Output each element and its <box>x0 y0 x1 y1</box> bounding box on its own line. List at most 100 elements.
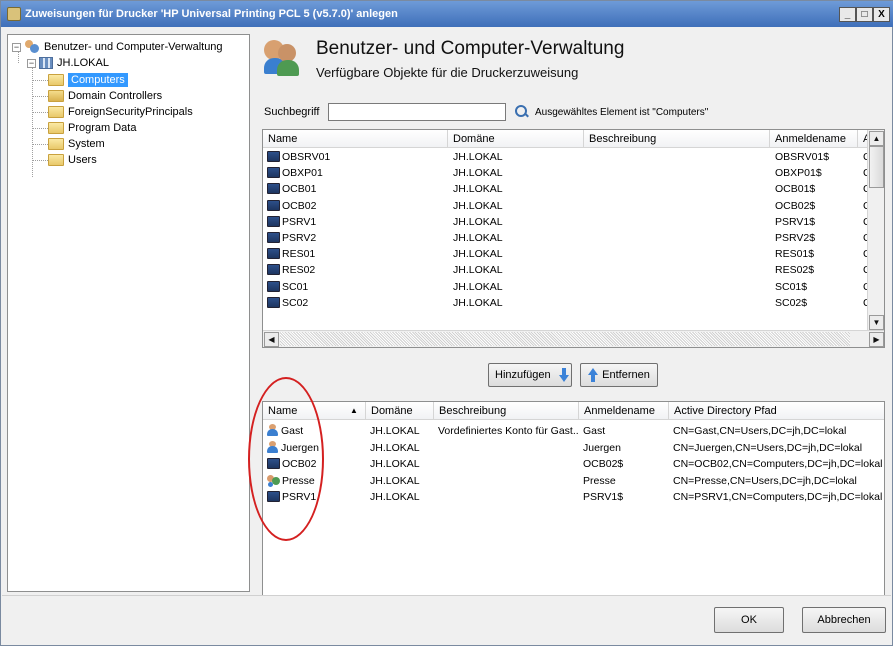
column-header-label: Name <box>268 405 298 417</box>
cell-domain-text: JH.LOKAL <box>453 199 503 212</box>
close-button[interactable]: X <box>873 6 890 22</box>
cell-login-text: OCB02$ <box>775 199 816 212</box>
collapse-toggle[interactable]: − <box>27 58 36 68</box>
cell-domain-text: JH.LOKAL <box>453 183 503 196</box>
column-header-login[interactable]: Anmeldename <box>579 402 669 420</box>
column-header-description[interactable]: Beschreibung <box>434 402 579 420</box>
cell-description <box>589 230 769 246</box>
minimize-button[interactable]: _ <box>839 6 856 22</box>
available-objects-table: Name Domäne Beschreibung Anmeldename Act… <box>262 129 885 348</box>
tree-node-program-data[interactable]: Program Data <box>48 120 136 136</box>
table-row[interactable]: OCB02 JH.LOKAL OCB02$ CN=OCB02,CN=Computers… <box>263 456 884 472</box>
cell-domain: JH.LOKAL <box>453 181 583 197</box>
tree-node-label: Domain Controllers <box>68 90 163 102</box>
add-button-label: Hinzufügen <box>495 369 551 381</box>
column-header-ad-path[interactable]: Active Directory Pfad <box>669 402 884 420</box>
cell-login: PSRV2$ <box>775 230 857 246</box>
cell-description <box>589 295 769 311</box>
column-header-domain[interactable]: Domäne <box>448 130 584 148</box>
column-header-name[interactable]: Name <box>263 130 448 148</box>
horizontal-scrollbar[interactable]: ◀ ▶ <box>263 330 884 347</box>
cell-name-text: OBSRV01 <box>282 151 331 163</box>
table-row[interactable]: OBXP01JH.LOKALOBXP01$CN <box>263 165 884 181</box>
scroll-up-button[interactable]: ▲ <box>869 131 884 146</box>
tree-line <box>32 128 48 129</box>
table-row[interactable]: OCB02JH.LOKALOCB02$CN <box>263 198 884 214</box>
column-header-description[interactable]: Beschreibung <box>584 130 770 148</box>
cell-login: RES01$ <box>775 246 857 262</box>
content-panel: Benutzer- und Computer-Verwaltung Verfüg… <box>256 28 890 619</box>
cell-name: OBXP01 <box>267 165 447 181</box>
tree-node-root[interactable]: − Benutzer- und Computer-Verwaltung <box>12 39 223 55</box>
cell-name: OCB01 <box>267 181 447 197</box>
cell-domain: JH.LOKAL <box>370 456 434 472</box>
cell-description <box>589 262 769 278</box>
column-header-login[interactable]: Anmeldename <box>770 130 858 148</box>
cell-name: SC02 <box>267 295 447 311</box>
table-row[interactable]: RES02JH.LOKALRES02$CN <box>263 262 884 278</box>
app-icon <box>7 7 21 21</box>
folder-icon <box>48 106 64 118</box>
scroll-down-button[interactable]: ▼ <box>869 315 884 330</box>
vertical-scrollbar[interactable]: ▲ ▼ <box>867 130 884 331</box>
tree-node-system[interactable]: System <box>48 136 105 152</box>
table-row[interactable]: SC01JH.LOKALSC01$CN <box>263 279 884 295</box>
cell-login: SC01$ <box>775 279 857 295</box>
tree-node-users[interactable]: Users <box>48 152 97 168</box>
cell-domain: JH.LOKAL <box>453 214 583 230</box>
cell-description <box>438 473 578 489</box>
cell-login: RES02$ <box>775 262 857 278</box>
maximize-button[interactable]: □ <box>856 6 873 22</box>
scroll-thumb[interactable] <box>869 146 884 188</box>
column-header-domain[interactable]: Domäne <box>366 402 434 420</box>
user-icon <box>267 440 278 453</box>
computer-icon <box>267 183 280 195</box>
scroll-track[interactable] <box>280 332 850 346</box>
users-group-icon <box>264 36 300 76</box>
search-bar: Suchbegriff Ausgewähltes Element ist "Co… <box>264 102 884 122</box>
scroll-left-button[interactable]: ◀ <box>264 332 279 347</box>
table-row[interactable]: SC02JH.LOKALSC02$CN <box>263 295 884 311</box>
table-row[interactable]: PSRV1JH.LOKALPSRV1$CN <box>263 214 884 230</box>
computer-icon <box>267 248 280 260</box>
cell-login-text: SC02$ <box>775 296 808 309</box>
cell-domain: JH.LOKAL <box>370 473 434 489</box>
cancel-button[interactable]: Abbrechen <box>802 607 886 633</box>
title-bar[interactable]: Zuweisungen für Drucker 'HP Universal Pr… <box>1 1 893 27</box>
tree-panel: − Benutzer- und Computer-Verwaltung − JH… <box>7 34 250 592</box>
cell-login-text: Juergen <box>583 441 621 454</box>
table-row[interactable]: OBSRV01JH.LOKALOBSRV01$CN <box>263 149 884 165</box>
add-button[interactable]: Hinzufügen <box>488 363 572 387</box>
search-input[interactable] <box>328 103 506 121</box>
cell-domain-text: JH.LOKAL <box>370 474 420 487</box>
cell-name-text: OCB01 <box>282 183 317 196</box>
tree-node-domain-controllers[interactable]: Domain Controllers <box>48 88 162 104</box>
table-row[interactable]: Gast JH.LOKAL Vordefiniertes Konto für Gas… <box>263 423 884 439</box>
tree-node-domain[interactable]: − JH.LOKAL <box>27 55 109 71</box>
scroll-right-button[interactable]: ▶ <box>869 332 884 347</box>
table-row[interactable]: PSRV1 JH.LOKAL PSRV1$ CN=PSRV1,CN=Computers… <box>263 489 884 505</box>
table-header: Name Domäne Beschreibung Anmeldename Act <box>263 130 884 148</box>
table-row[interactable]: Presse JH.LOKAL Presse CN=Presse,CN=Users,D… <box>263 473 884 489</box>
table-row[interactable]: PSRV2JH.LOKALPSRV2$CN <box>263 230 884 246</box>
tree-node-label: JH.LOKAL <box>57 57 109 69</box>
tree-node-foreign-security-principals[interactable]: ForeignSecurityPrincipals <box>48 104 193 120</box>
table-row[interactable]: OCB01JH.LOKALOCB01$CN <box>263 181 884 197</box>
ok-button[interactable]: OK <box>714 607 784 633</box>
cell-name: PSRV2 <box>267 230 447 246</box>
remove-button-label: Entfernen <box>602 369 650 381</box>
collapse-toggle[interactable]: − <box>12 42 21 52</box>
cell-login: Presse <box>583 473 669 489</box>
cell-domain: JH.LOKAL <box>453 165 583 181</box>
column-header-name[interactable]: Name ▲ <box>263 402 366 420</box>
tree-node-computers[interactable]: Computers <box>48 72 128 88</box>
remove-button[interactable]: Entfernen <box>580 363 658 387</box>
search-status: Ausgewähltes Element ist "Computers" <box>535 106 709 118</box>
search-icon[interactable] <box>515 105 529 119</box>
table-row[interactable]: RES01JH.LOKALRES01$CN <box>263 246 884 262</box>
cell-domain-text: JH.LOKAL <box>370 491 420 503</box>
cell-description-text: Vordefiniertes Konto für Gast.. <box>438 425 578 437</box>
cell-login-text: RES01$ <box>775 248 815 261</box>
table-row[interactable]: Juergen JH.LOKAL Juergen CN=Juergen,CN=User… <box>263 440 884 456</box>
computer-icon <box>267 280 280 292</box>
